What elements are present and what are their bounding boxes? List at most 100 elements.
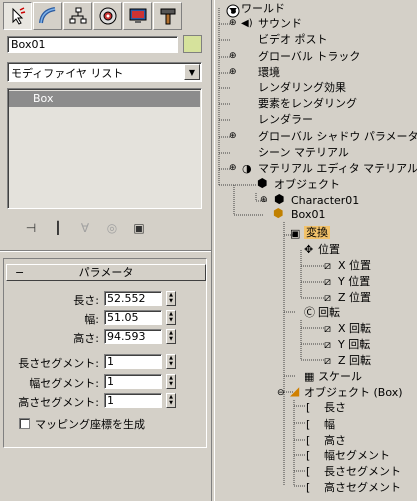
- remove-modifier-icon[interactable]: ◎: [103, 219, 121, 237]
- width-input[interactable]: 51.05: [104, 310, 162, 325]
- param-bracket-icon: [: [306, 465, 311, 478]
- length-spinner[interactable]: ▲ ▼: [166, 291, 176, 306]
- height-input[interactable]: 94.593: [104, 329, 162, 344]
- expand-icon[interactable]: ⊕: [229, 162, 237, 175]
- command-tabs: [3, 2, 208, 31]
- rotation-icon: Ⓒ: [304, 306, 315, 319]
- height-param: 高さ: 94.593 ▲ ▼: [0, 329, 211, 345]
- tree-node-y-position[interactable]: Y 位置: [338, 275, 370, 288]
- controller-icon: ⧄: [324, 338, 331, 351]
- track-view-tree: ワールド ⊕ ◀) サウンド ビデオ ポスト ⊕ グローバル トラック ⊕ 環境…: [216, 0, 417, 501]
- hierarchy-tab[interactable]: [63, 2, 92, 30]
- tree-node-z-position[interactable]: Z 位置: [338, 291, 371, 304]
- length-segs-spinner[interactable]: ▲ ▼: [166, 354, 176, 369]
- panel-divider[interactable]: [211, 0, 215, 501]
- make-unique-icon[interactable]: ∀: [76, 219, 94, 237]
- mapping-coords-label: マッピング座標を生成: [35, 418, 145, 431]
- param-bracket-icon: [: [306, 481, 311, 494]
- stack-item-box[interactable]: Box: [9, 91, 200, 107]
- object-cube-icon: ⬢: [274, 192, 285, 206]
- height-segs-input[interactable]: 1: [104, 393, 162, 408]
- parameters-rollout-header[interactable]: − パラメータ: [6, 264, 206, 281]
- length-segs-label: 長さセグメント:: [18, 357, 99, 370]
- pin-stack-icon[interactable]: ⊣: [22, 219, 40, 237]
- controller-icon: ⧄: [324, 354, 331, 367]
- stack-toolbar: ⊣ ┃ ∀ ◎ ▣: [22, 218, 202, 238]
- tree-node-y-rotation[interactable]: Y 回転: [338, 338, 370, 351]
- hammer-icon: [160, 8, 175, 25]
- tree-node-object-box[interactable]: オブジェクト (Box): [304, 386, 403, 399]
- cursor-arrow-icon: [12, 7, 25, 25]
- tree-node-medit-materials[interactable]: マテリアル エディタ マテリアル: [258, 162, 417, 175]
- width-segs-param: 幅セグメント: 1 ▲ ▼: [0, 374, 211, 390]
- show-end-result-icon[interactable]: ┃: [49, 219, 67, 237]
- expand-icon[interactable]: ⊕: [260, 194, 268, 207]
- motion-icon: [99, 7, 116, 25]
- modify-tab[interactable]: [33, 2, 62, 30]
- tree-node-video-post[interactable]: ビデオ ポスト: [258, 33, 328, 46]
- height-segs-spinner[interactable]: ▲ ▼: [166, 393, 176, 408]
- object-cube-icon: ⬢: [273, 206, 284, 220]
- object-modifier-icon: ◢: [290, 384, 300, 398]
- tree-node-width[interactable]: 幅: [324, 418, 335, 431]
- command-panel: Box01 モディファイヤ リスト ▼ Box ⊣ ┃ ∀ ◎ ▣ − パラメー…: [0, 0, 211, 501]
- expand-icon[interactable]: ⊕: [229, 17, 237, 30]
- tree-node-sound[interactable]: サウンド: [258, 17, 302, 30]
- length-input[interactable]: 52.552: [104, 291, 162, 306]
- tree-node-position[interactable]: 位置: [318, 243, 340, 256]
- tree-node-height[interactable]: 高さ: [324, 434, 346, 447]
- tree-node-length-segs[interactable]: 長さセグメント: [324, 465, 401, 478]
- height-spinner[interactable]: ▲ ▼: [166, 329, 176, 344]
- tree-node-render-effects[interactable]: レンダリング効果: [258, 81, 346, 94]
- tree-node-scene-materials[interactable]: シーン マテリアル: [258, 146, 349, 159]
- height-segs-label: 高さセグメント:: [18, 396, 99, 409]
- tree-node-height-segs[interactable]: 高さセグメント: [324, 481, 401, 494]
- expand-icon[interactable]: ⊕: [229, 50, 237, 63]
- bend-modifier-icon: [38, 7, 55, 24]
- display-tab[interactable]: [123, 2, 152, 30]
- motion-tab[interactable]: [93, 2, 122, 30]
- length-segs-param: 長さセグメント: 1 ▲ ▼: [0, 354, 211, 370]
- tree-node-objects[interactable]: オブジェクト: [274, 178, 340, 191]
- tree-node-transform[interactable]: 変換: [304, 226, 330, 239]
- object-color-swatch[interactable]: [183, 35, 202, 53]
- tree-node-renderer[interactable]: レンダラー: [258, 113, 313, 126]
- create-tab[interactable]: [3, 2, 32, 30]
- tree-node-length[interactable]: 長さ: [324, 401, 346, 414]
- tree-node-global-tracks[interactable]: グローバル トラック: [258, 50, 360, 63]
- tree-node-x-rotation[interactable]: X 回転: [338, 322, 371, 335]
- width-param: 幅: 51.05 ▲ ▼: [0, 310, 211, 326]
- tree-node-render-elements[interactable]: 要素をレンダリング: [258, 97, 357, 110]
- height-segs-param: 高さセグメント: 1 ▲ ▼: [0, 393, 211, 409]
- modifier-list-dropdown[interactable]: モディファイヤ リスト ▼: [7, 62, 202, 82]
- height-label: 高さ:: [73, 332, 99, 345]
- chevron-down-icon[interactable]: ▼: [184, 64, 200, 80]
- expand-icon[interactable]: ⊕: [229, 130, 237, 143]
- tree-node-scale[interactable]: スケール: [318, 370, 362, 383]
- width-segs-spinner[interactable]: ▲ ▼: [166, 374, 176, 389]
- modifier-stack[interactable]: Box: [7, 88, 202, 209]
- tree-node-global-shadow[interactable]: グローバル シャドウ パラメータ: [258, 130, 417, 143]
- tree-node-world[interactable]: ワールド: [241, 2, 285, 15]
- tree-node-z-rotation[interactable]: Z 回転: [338, 354, 371, 367]
- width-segs-input[interactable]: 1: [104, 374, 162, 389]
- configure-modifier-sets-icon[interactable]: ▣: [130, 219, 148, 237]
- tree-node-character01[interactable]: Character01: [291, 194, 359, 207]
- width-spinner[interactable]: ▲ ▼: [166, 310, 176, 325]
- controller-icon: ⧄: [324, 322, 331, 335]
- tree-node-box01[interactable]: Box01: [291, 208, 325, 221]
- speaker-icon: ◀): [241, 18, 253, 29]
- utilities-tab[interactable]: [153, 2, 182, 30]
- tree-node-width-segs[interactable]: 幅セグメント: [324, 449, 390, 462]
- object-name-input[interactable]: Box01: [7, 36, 178, 53]
- length-param: 長さ: 52.552 ▲ ▼: [0, 291, 211, 307]
- collapse-icon[interactable]: ⊖: [277, 387, 285, 400]
- mapping-coords-checkbox[interactable]: [19, 418, 30, 429]
- length-segs-input[interactable]: 1: [104, 354, 162, 369]
- expand-icon[interactable]: ⊕: [229, 66, 237, 79]
- tree-node-environment[interactable]: 環境: [258, 66, 280, 79]
- length-label: 長さ:: [73, 294, 99, 307]
- tree-node-x-position[interactable]: X 位置: [338, 259, 371, 272]
- tree-node-rotation[interactable]: 回転: [318, 306, 340, 319]
- param-bracket-icon: [: [306, 401, 311, 414]
